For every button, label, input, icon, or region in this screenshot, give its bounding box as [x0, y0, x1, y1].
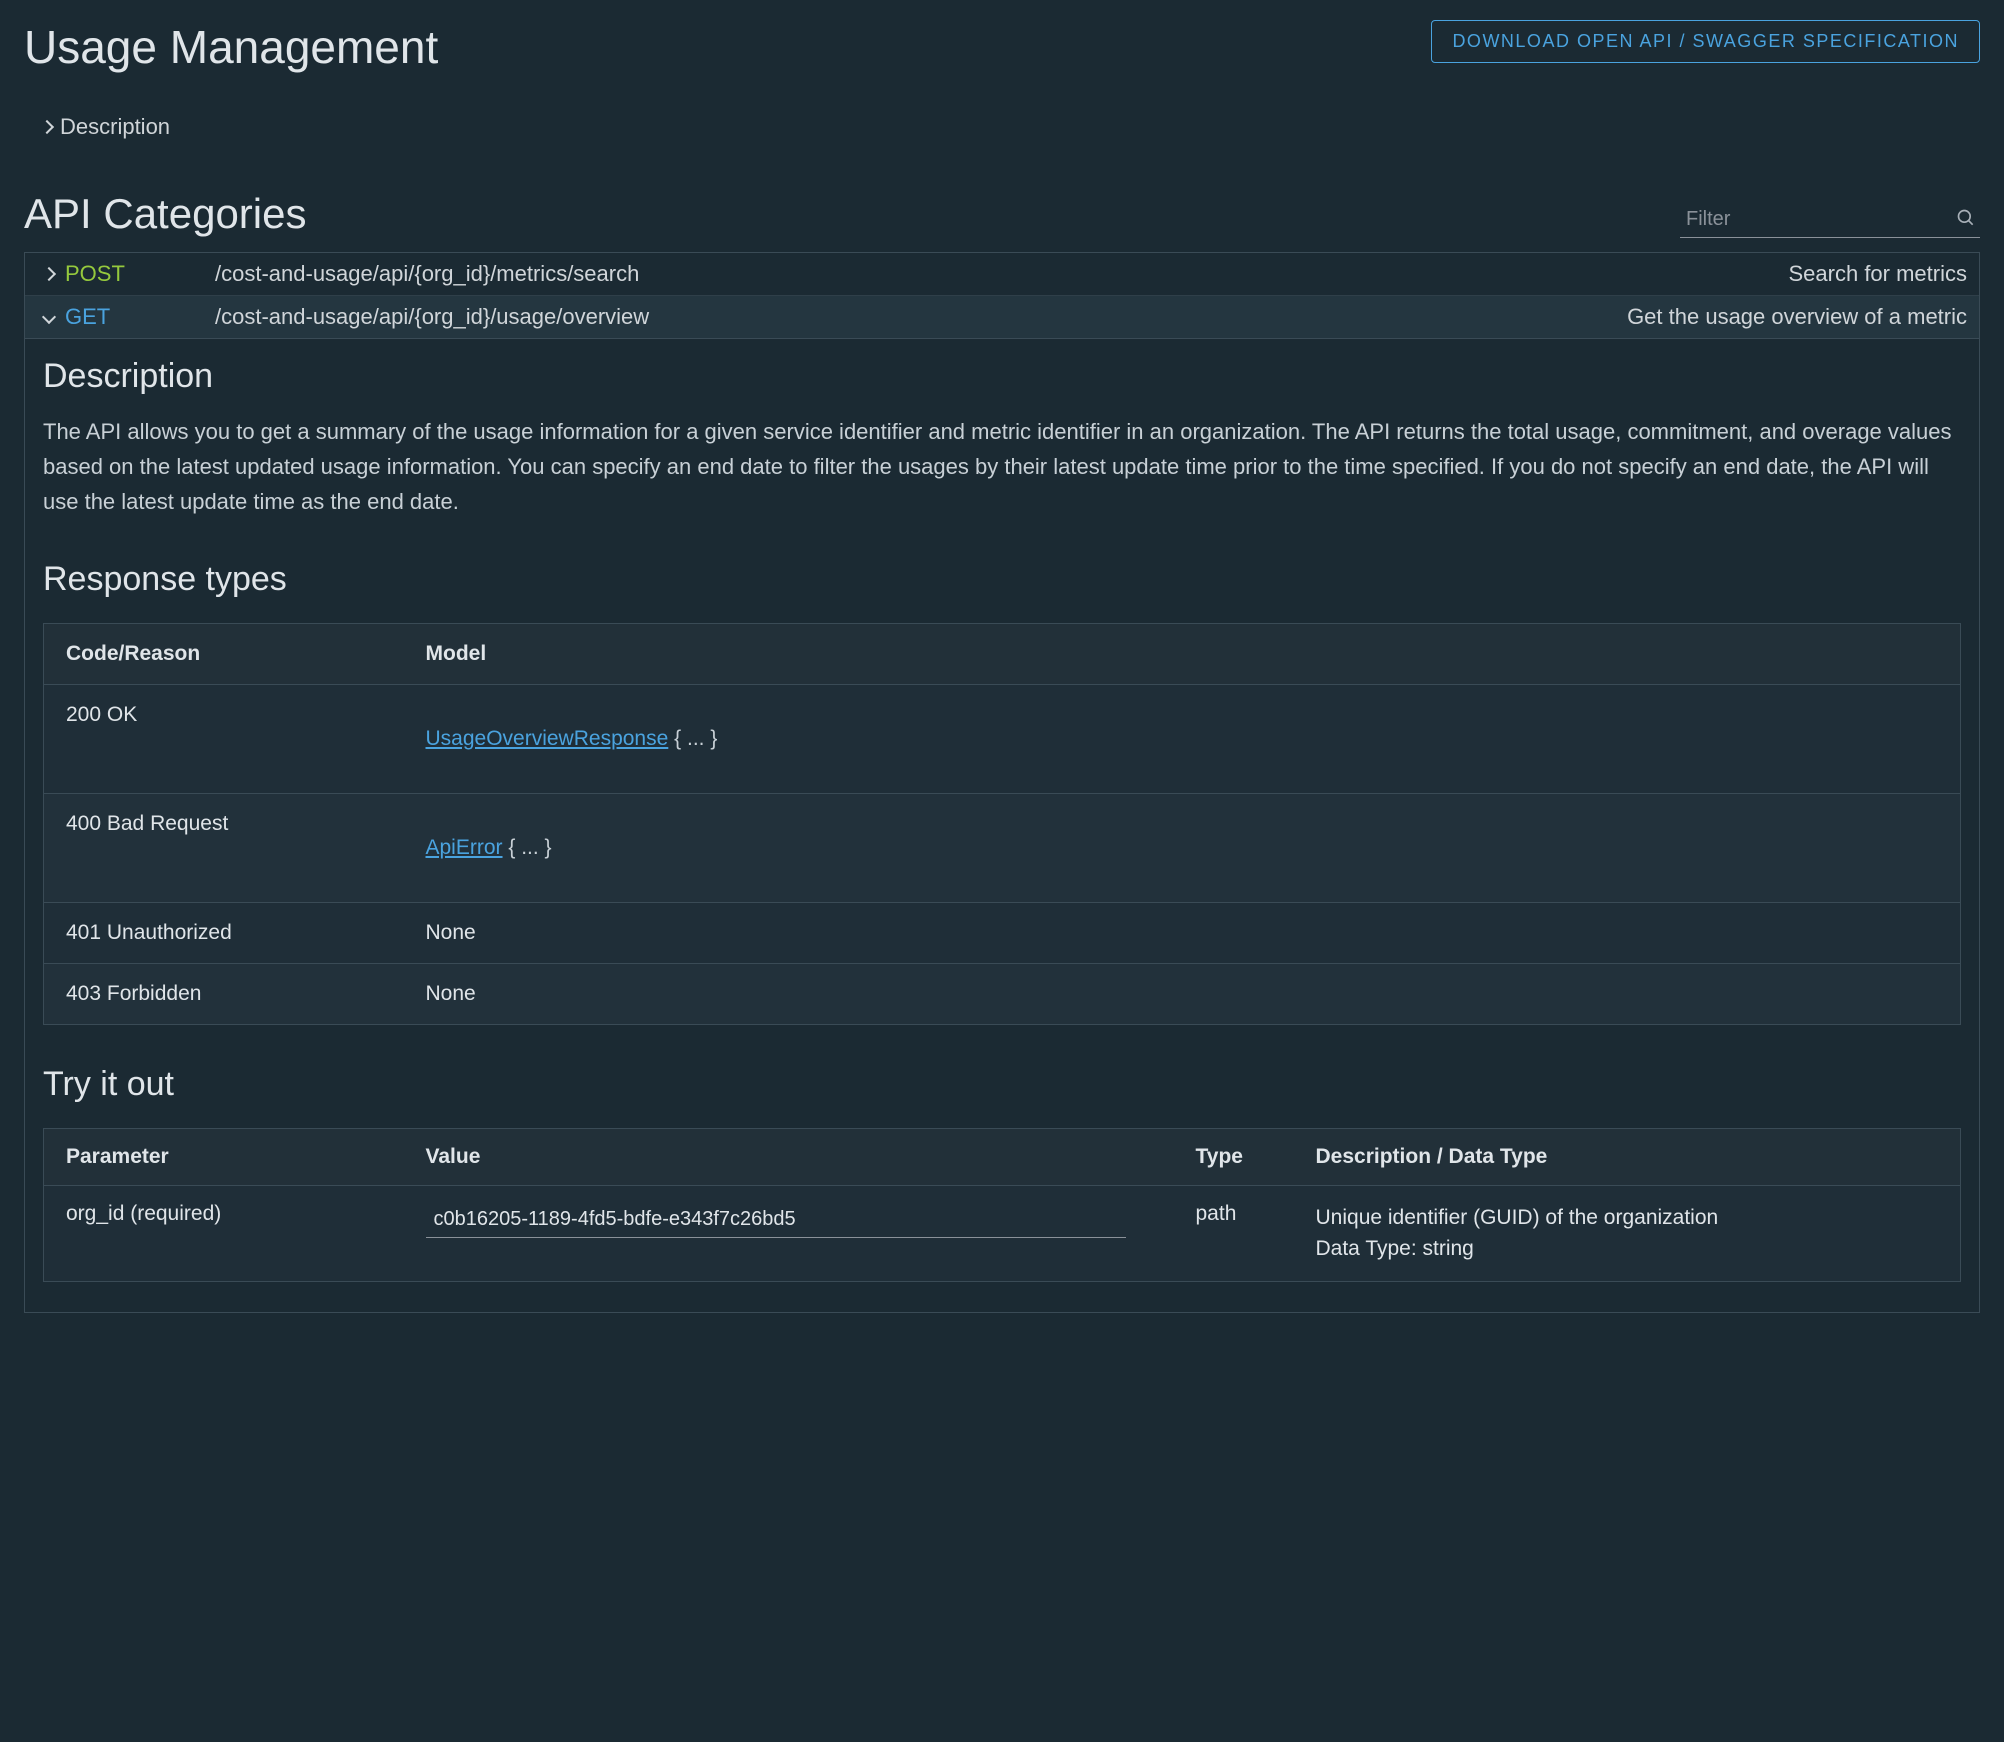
endpoint-detail-panel: Description The API allows you to get a … — [24, 339, 1980, 1313]
response-code: 200 OK — [44, 684, 404, 793]
chevron-down-icon — [37, 312, 61, 322]
filter-input[interactable] — [1680, 202, 1980, 238]
response-code: 403 Forbidden — [44, 963, 404, 1024]
http-method: POST — [65, 261, 215, 287]
api-path: /cost-and-usage/api/{org_id}/usage/overv… — [215, 304, 1627, 330]
api-path: /cost-and-usage/api/{org_id}/metrics/sea… — [215, 261, 1789, 287]
param-description: Unique identifier (GUID) of the organiza… — [1294, 1185, 1961, 1281]
col-header-value: Value — [404, 1128, 1174, 1185]
response-types-table: Code/Reason Model 200 OK UsageOverviewRe… — [43, 623, 1961, 1025]
search-icon — [1956, 208, 1976, 228]
api-endpoints-list: POST /cost-and-usage/api/{org_id}/metric… — [24, 252, 1980, 339]
col-header-code: Code/Reason — [44, 623, 404, 684]
api-endpoint-row[interactable]: GET /cost-and-usage/api/{org_id}/usage/o… — [25, 296, 1979, 338]
param-name: org_id (required) — [44, 1185, 404, 1281]
response-code: 401 Unauthorized — [44, 902, 404, 963]
response-row: 200 OK UsageOverviewResponse { ... } — [44, 684, 1961, 793]
description-toggle-label: Description — [60, 114, 170, 140]
download-spec-button[interactable]: DOWNLOAD OPEN API / SWAGGER SPECIFICATIO… — [1431, 20, 1980, 63]
chevron-right-icon — [37, 269, 61, 279]
description-text: The API allows you to get a summary of t… — [43, 414, 1961, 520]
col-header-parameter: Parameter — [44, 1128, 404, 1185]
response-model: None — [404, 963, 1961, 1024]
chevron-right-icon — [40, 120, 54, 134]
response-model: None — [404, 902, 1961, 963]
api-summary: Get the usage overview of a metric — [1627, 304, 1967, 330]
param-value-input[interactable] — [426, 1202, 1126, 1238]
col-header-model: Model — [404, 623, 1961, 684]
param-desc-line: Data Type: string — [1316, 1237, 1474, 1260]
model-suffix: { ... } — [668, 727, 717, 750]
try-it-out-table: Parameter Value Type Description / Data … — [43, 1128, 1961, 1282]
param-row: org_id (required) path Unique identifier… — [44, 1185, 1961, 1281]
api-categories-title: API Categories — [24, 190, 306, 238]
model-link[interactable]: UsageOverviewResponse — [426, 727, 669, 750]
api-endpoint-row[interactable]: POST /cost-and-usage/api/{org_id}/metric… — [25, 253, 1979, 296]
response-row: 401 Unauthorized None — [44, 902, 1961, 963]
http-method: GET — [65, 304, 215, 330]
col-header-type: Type — [1174, 1128, 1294, 1185]
col-header-desc: Description / Data Type — [1294, 1128, 1961, 1185]
model-link[interactable]: ApiError — [426, 836, 503, 859]
page-title: Usage Management — [24, 20, 438, 74]
param-desc-line: Unique identifier (GUID) of the organiza… — [1316, 1206, 1719, 1229]
api-summary: Search for metrics — [1789, 261, 1968, 287]
response-types-heading: Response types — [43, 560, 1961, 599]
response-row: 403 Forbidden None — [44, 963, 1961, 1024]
description-toggle[interactable]: Description — [42, 114, 1980, 140]
response-code: 400 Bad Request — [44, 793, 404, 902]
model-suffix: { ... } — [503, 836, 552, 859]
try-it-out-heading: Try it out — [43, 1065, 1961, 1104]
response-row: 400 Bad Request ApiError { ... } — [44, 793, 1961, 902]
param-type: path — [1174, 1185, 1294, 1281]
description-heading: Description — [43, 357, 1961, 396]
